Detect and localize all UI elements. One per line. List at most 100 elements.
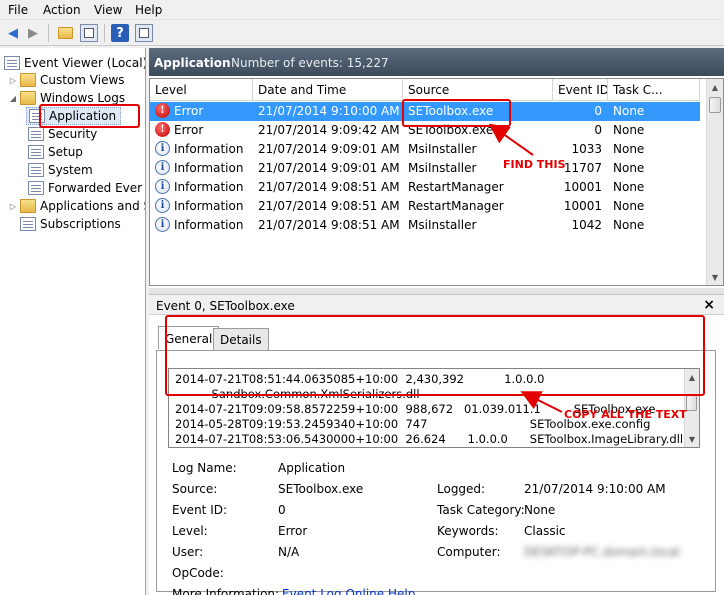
- tree-item-custom-views[interactable]: ▷ Custom Views: [8, 71, 125, 89]
- opcode-label: OpCode:: [172, 566, 224, 580]
- expand-icon[interactable]: ▷: [8, 202, 18, 211]
- keywords-label: Keywords:: [437, 524, 499, 538]
- log-header: Application Number of events: 15,227: [149, 48, 724, 76]
- column-header-event-id[interactable]: Event ID: [553, 79, 608, 101]
- level-cell: Information: [174, 218, 244, 232]
- highlight-application-node: [39, 104, 140, 128]
- table-row[interactable]: i Information 21/07/2014 9:08:51 AM MsiInst…: [150, 216, 700, 235]
- log-name-value: Application: [278, 461, 346, 475]
- table-row[interactable]: i Information 21/07/2014 9:09:01 AM MsiInst…: [150, 159, 700, 178]
- menu-bar: File Action View Help: [0, 0, 724, 20]
- scroll-up-icon[interactable]: ▲: [707, 79, 723, 95]
- event-id-cell: 11707: [563, 161, 602, 175]
- level-value: Error: [278, 524, 308, 538]
- forward-icon[interactable]: ▶: [24, 24, 42, 42]
- details-header: Event 0, SEToolbox.exe ×: [149, 295, 724, 315]
- task-category-cell: None: [613, 161, 645, 175]
- error-icon: !: [155, 103, 170, 118]
- tree-item-setup[interactable]: Setup: [26, 143, 83, 161]
- folder-icon: [20, 199, 36, 213]
- event-id-cell: 0: [594, 104, 602, 118]
- user-value: N/A: [278, 545, 300, 559]
- expand-icon[interactable]: ▷: [8, 76, 18, 85]
- close-icon[interactable]: ×: [703, 297, 715, 313]
- up-folder-icon[interactable]: [56, 24, 74, 42]
- log-icon: [28, 181, 44, 195]
- navigation-tree: Event Viewer (Local) ▷ Custom Views ◢ Wi…: [0, 48, 146, 595]
- tree-item-label: Custom Views: [40, 73, 125, 87]
- log-name-label: Log Name:: [172, 461, 237, 475]
- scroll-down-icon[interactable]: ▼: [685, 431, 699, 447]
- highlight-description-box: [165, 315, 705, 396]
- column-header-level[interactable]: Level: [150, 79, 253, 101]
- event-id-cell: 10001: [563, 199, 602, 213]
- more-info-label: More Information:: [172, 587, 280, 595]
- source-cell: MsiInstaller: [408, 161, 477, 175]
- level-cell: Information: [174, 180, 244, 194]
- find-this-annotation: FIND THIS: [503, 158, 566, 171]
- menu-action[interactable]: Action: [43, 3, 81, 17]
- tree-root[interactable]: Event Viewer (Local): [4, 54, 145, 72]
- tree-item-label: Windows Logs: [40, 91, 126, 105]
- info-icon: i: [155, 198, 170, 213]
- log-icon: [28, 163, 44, 177]
- scroll-down-icon[interactable]: ▼: [707, 269, 723, 285]
- task-category-cell: None: [613, 180, 645, 194]
- source-value: SEToolbox.exe: [278, 482, 364, 496]
- grid-scrollbar[interactable]: ▲ ▼: [706, 79, 723, 285]
- source-cell: MsiInstaller: [408, 142, 477, 156]
- show-hide-tree-icon[interactable]: [80, 24, 98, 42]
- info-icon: i: [155, 160, 170, 175]
- level-cell: Information: [174, 199, 244, 213]
- back-icon[interactable]: ◀: [4, 24, 22, 42]
- task-category-cell: None: [613, 104, 645, 118]
- tree-item-subscriptions[interactable]: Subscriptions: [18, 215, 121, 233]
- info-icon: i: [155, 217, 170, 232]
- event-id-cell: 1042: [571, 218, 602, 232]
- table-row[interactable]: i Information 21/07/2014 9:08:51 AM Restart…: [150, 197, 700, 216]
- toolbar-separator: [104, 24, 105, 42]
- logged-value: 21/07/2014 9:10:00 AM: [524, 482, 666, 496]
- column-header-task-category[interactable]: Task C...: [608, 79, 700, 101]
- tree-item-apps-services[interactable]: ▷ Applications and S: [8, 197, 145, 215]
- date-cell: 21/07/2014 9:08:51 AM: [258, 218, 400, 232]
- copy-text-annotation: COPY ALL THE TEXT: [564, 408, 687, 421]
- menu-view[interactable]: View: [94, 3, 122, 17]
- tree-item-label: Subscriptions: [40, 217, 121, 231]
- tree-item-label: Setup: [48, 145, 83, 159]
- source-label: Source:: [172, 482, 218, 496]
- tree-item-system[interactable]: System: [26, 161, 93, 179]
- collapse-icon[interactable]: ◢: [8, 94, 18, 103]
- event-id-cell: 0: [594, 123, 602, 137]
- level-cell: Error: [174, 123, 204, 137]
- level-cell: Information: [174, 142, 244, 156]
- source-cell: MsiInstaller: [408, 218, 477, 232]
- column-header-date[interactable]: Date and Time: [253, 79, 403, 101]
- level-cell: Information: [174, 161, 244, 175]
- logged-label: Logged:: [437, 482, 486, 496]
- table-row[interactable]: i Information 21/07/2014 9:09:01 AM MsiInst…: [150, 140, 700, 159]
- computer-value: DESKTOP-PC.domain.local: [524, 545, 680, 559]
- date-cell: 21/07/2014 9:09:01 AM: [258, 161, 400, 175]
- event-id-cell: 1033: [571, 142, 602, 156]
- tree-item-forwarded-events[interactable]: Forwarded Ever: [26, 179, 142, 197]
- task-category-cell: None: [613, 142, 645, 156]
- menu-help[interactable]: Help: [135, 3, 162, 17]
- scroll-thumb[interactable]: [709, 97, 721, 113]
- help-icon[interactable]: ?: [111, 24, 129, 42]
- event-log-help-link[interactable]: Event Log Online Help: [282, 587, 415, 595]
- event-id-cell: 10001: [563, 180, 602, 194]
- info-icon: i: [155, 141, 170, 156]
- menu-file[interactable]: File: [8, 3, 28, 17]
- highlight-source-cell: [402, 99, 511, 127]
- column-header-source[interactable]: Source: [403, 79, 553, 101]
- action-pane-icon[interactable]: [135, 24, 153, 42]
- tree-item-label: System: [48, 163, 93, 177]
- table-row[interactable]: i Information 21/07/2014 9:08:51 AM Restart…: [150, 178, 700, 197]
- task-category-value: None: [524, 503, 556, 517]
- log-icon: [28, 145, 44, 159]
- toolbar-separator: [48, 24, 49, 42]
- date-cell: 21/07/2014 9:08:51 AM: [258, 180, 400, 194]
- scroll-thumb[interactable]: [686, 395, 697, 411]
- level-label: Level:: [172, 524, 208, 538]
